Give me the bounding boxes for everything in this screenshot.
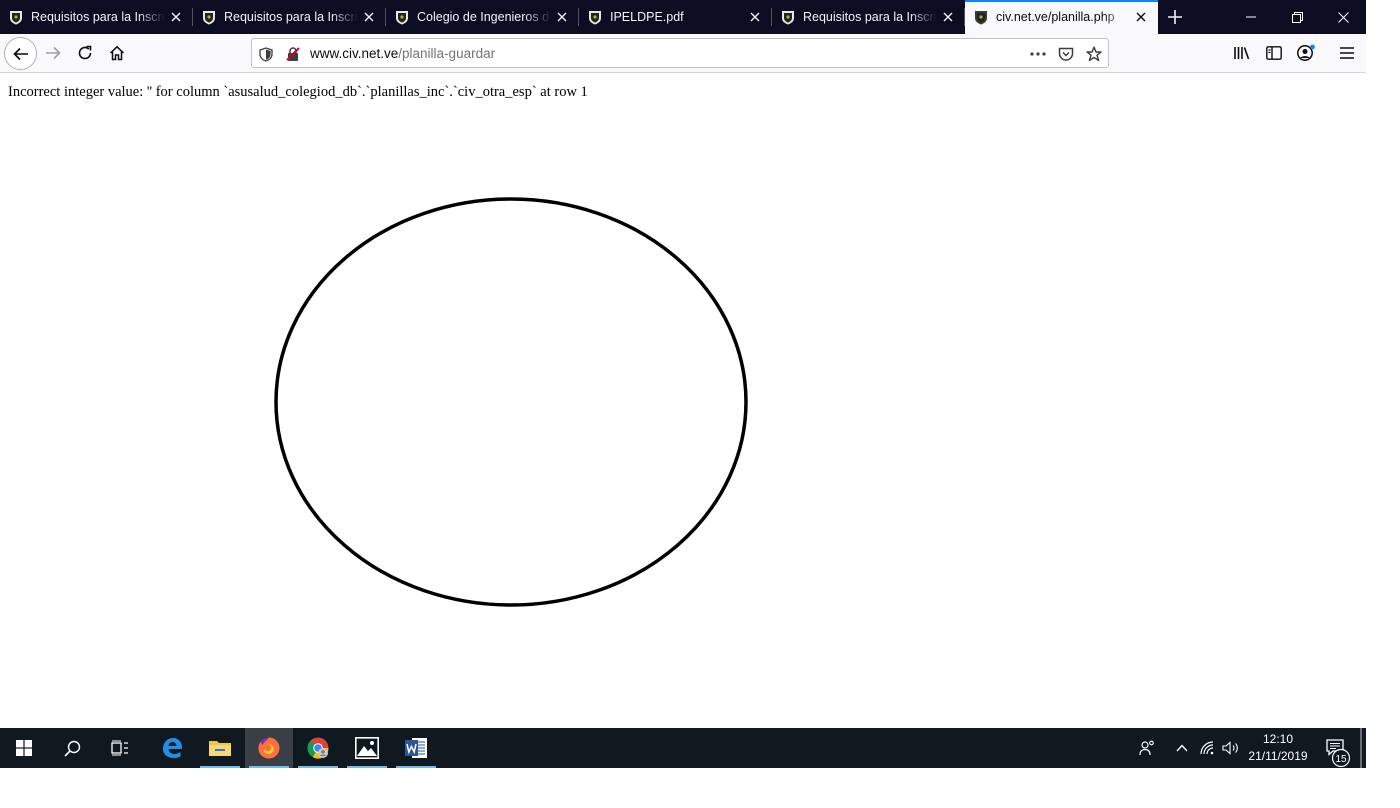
error-message: Incorrect integer value: '' for column `… (8, 84, 588, 100)
back-arrow-icon (12, 47, 28, 60)
screen-edge-right (1366, 0, 1400, 808)
window-controls (1228, 0, 1366, 34)
navigation-toolbar: www.civ.net.ve/planilla-guardar (0, 34, 1366, 73)
windows-start-icon (16, 740, 32, 756)
chrome-taskbar-button[interactable] (294, 728, 342, 768)
edge-icon (163, 738, 182, 758)
hamburger-menu-icon (1340, 47, 1354, 59)
tab-title: civ.net.ve/planilla.php (996, 10, 1115, 24)
close-tab-icon[interactable] (937, 6, 959, 28)
notification-count: 15 (1335, 754, 1347, 765)
home-button[interactable] (102, 38, 132, 68)
menu-button[interactable] (1336, 42, 1358, 64)
address-bar[interactable]: www.civ.net.ve/planilla-guardar (251, 38, 1109, 68)
plus-icon (1168, 10, 1182, 24)
file-explorer-taskbar-button[interactable] (196, 728, 244, 768)
tab-title: Requisitos para la Inscripción (803, 10, 937, 24)
close-tab-icon[interactable] (358, 6, 380, 28)
notification-count-badge: 15 (1331, 748, 1351, 772)
page-actions-icon[interactable] (1029, 45, 1047, 63)
back-button[interactable] (4, 37, 37, 70)
tab-title: Requisitos para la Inscripción (224, 10, 358, 24)
restore-button[interactable] (1274, 0, 1320, 34)
close-icon (1337, 11, 1349, 23)
close-tab-icon[interactable] (1130, 6, 1152, 28)
wifi-icon (1200, 741, 1214, 755)
close-window-button[interactable] (1320, 0, 1366, 34)
shield-favicon-icon (588, 10, 602, 25)
close-tab-icon[interactable] (551, 6, 573, 28)
firefox-icon (258, 737, 280, 759)
forward-arrow-icon (46, 46, 61, 60)
tab-title: IPELDPE.pdf (610, 10, 684, 24)
start-button[interactable] (0, 728, 48, 768)
windows-taskbar: 12:10 21/11/2019 (0, 728, 1366, 768)
clock-time: 12:10 (1262, 732, 1294, 746)
pocket-icon[interactable] (1057, 45, 1075, 63)
edge-taskbar-button[interactable] (148, 728, 196, 768)
photos-taskbar-button[interactable] (343, 728, 391, 768)
shield-favicon-icon (202, 10, 216, 25)
url-path: /planilla-guardar (398, 46, 496, 61)
insecure-connection-lock-icon[interactable] (284, 45, 302, 63)
network-button[interactable] (1196, 728, 1220, 768)
shield-favicon-icon (781, 10, 795, 25)
close-tab-icon[interactable] (165, 6, 187, 28)
show-hidden-icons-button[interactable] (1170, 728, 1194, 768)
shield-favicon-icon (974, 10, 988, 25)
close-tab-icon[interactable] (744, 6, 766, 28)
people-icon (1139, 740, 1154, 756)
account-button[interactable] (1295, 42, 1317, 64)
tab-requisitos-1[interactable]: Requisitos para la Inscripción (0, 0, 193, 34)
tab-strip: Requisitos para la Inscripción Requisito… (0, 0, 1366, 34)
tab-colegio[interactable]: Colegio de Ingenieros de Venezuela (386, 0, 579, 34)
tab-title: Requisitos para la Inscripción (31, 10, 165, 24)
search-button[interactable] (48, 728, 96, 768)
sidebar-button[interactable] (1263, 42, 1285, 64)
tab-planilla-active[interactable]: civ.net.ve/planilla.php (965, 0, 1158, 34)
shield-favicon-icon (395, 10, 409, 25)
file-explorer-icon (209, 741, 231, 756)
chevron-up-icon (1176, 744, 1188, 752)
minimize-button[interactable] (1228, 0, 1274, 34)
shield-favicon-icon (9, 10, 23, 25)
loading-circle-outline (274, 197, 748, 607)
speaker-icon (1222, 741, 1238, 755)
tracking-protection-shield-icon[interactable] (257, 45, 275, 63)
show-desktop-button[interactable] (1360, 728, 1362, 768)
restore-icon (1291, 11, 1303, 23)
word-icon (405, 738, 427, 758)
clock-date: 21/11/2019 (1248, 749, 1308, 763)
bookmark-star-icon[interactable] (1085, 45, 1103, 63)
screen-edge-bottom (0, 768, 1400, 808)
people-button[interactable] (1133, 728, 1161, 768)
forward-button[interactable] (38, 38, 68, 68)
photos-icon (355, 737, 379, 759)
taskbar-clock[interactable]: 12:10 21/11/2019 (1242, 731, 1314, 765)
task-view-button[interactable] (96, 728, 144, 768)
new-tab-button[interactable] (1158, 0, 1192, 34)
url-text[interactable]: www.civ.net.ve/planilla-guardar (310, 46, 495, 61)
home-icon (109, 45, 125, 61)
search-icon (63, 740, 80, 757)
word-taskbar-button[interactable] (392, 728, 440, 768)
task-view-icon (111, 740, 128, 756)
tab-title: Colegio de Ingenieros de Venezuela (417, 10, 551, 24)
reload-icon (78, 45, 92, 60)
account-avatar-icon (1297, 44, 1315, 61)
library-icon (1234, 47, 1250, 60)
tab-requisitos-3[interactable]: Requisitos para la Inscripción (772, 0, 965, 34)
url-domain: www.civ.net.ve (310, 46, 399, 61)
sidebar-icon (1266, 46, 1282, 60)
tab-requisitos-2[interactable]: Requisitos para la Inscripción (193, 0, 386, 34)
volume-button[interactable] (1219, 728, 1243, 768)
reload-button[interactable] (70, 38, 100, 68)
minimize-icon (1246, 16, 1256, 18)
page-content: Incorrect integer value: '' for column `… (0, 74, 1366, 728)
tab-ipeldpe-pdf[interactable]: IPELDPE.pdf (579, 0, 772, 34)
firefox-taskbar-button[interactable] (245, 728, 293, 768)
chrome-icon (307, 737, 329, 759)
library-button[interactable] (1231, 42, 1253, 64)
